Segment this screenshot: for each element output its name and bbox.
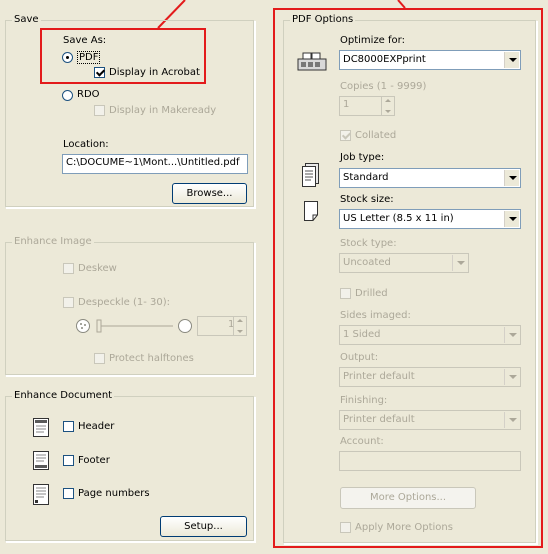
location-field[interactable]: C:\DOCUME~1\Mont...\Untitled.pdf [62,154,248,174]
sides-imaged-dropdown[interactable]: 1 Sided [339,325,521,345]
finishing-dropdown[interactable]: Printer default [339,410,521,430]
despeckle-spin-buttons[interactable] [233,317,246,335]
stock-size-dropdown[interactable]: US Letter (8.5 x 11 in) [339,209,521,229]
copies-spinner[interactable]: 1 [339,96,395,116]
sides-imaged-value: 1 Sided [343,329,381,340]
deskew-label: Deskew [78,263,117,274]
header-label[interactable]: Header [78,421,114,432]
chevron-down-icon[interactable] [504,369,519,385]
finishing-label: Finishing: [340,395,388,406]
apply-more-options-checkbox[interactable] [340,522,351,533]
footer-checkbox[interactable] [63,455,74,466]
footer-label[interactable]: Footer [78,455,110,466]
chevron-down-icon[interactable] [504,52,519,68]
sides-imaged-label: Sides imaged: [340,310,411,321]
chevron-down-icon[interactable] [504,211,519,227]
stock-size-label: Stock size: [340,194,394,205]
protect-halftones-label: Protect halftones [109,353,194,364]
display-in-makeready-label: Display in Makeready [109,105,217,116]
protect-halftones-checkbox[interactable] [94,353,105,364]
collated-label: Collated [355,130,397,141]
optimize-for-value: DC8000EXPprint [343,54,426,65]
account-label: Account: [340,436,384,447]
chevron-down-icon[interactable] [504,412,519,428]
account-field[interactable] [339,451,521,471]
enhance-image-legend: Enhance Image [12,236,94,247]
display-in-makeready-checkbox[interactable] [94,105,105,116]
output-dropdown[interactable]: Printer default [339,367,521,387]
collated-checkbox[interactable] [340,130,351,141]
location-label: Location: [63,139,109,150]
browse-button[interactable]: Browse... [172,183,247,204]
job-type-value: Standard [343,172,389,183]
page-numbers-checkbox[interactable] [63,488,74,499]
chevron-down-icon[interactable] [504,327,519,343]
copies-spin-buttons[interactable] [381,97,394,115]
output-label: Output: [340,352,379,363]
copies-value: 1 [343,99,350,110]
optimize-for-label: Optimize for: [340,35,405,46]
chevron-down-icon[interactable] [452,255,467,271]
drilled-label: Drilled [355,288,388,299]
stock-type-value: Uncoated [343,257,391,268]
printer-icon [297,52,327,71]
rdo-label[interactable]: RDO [77,89,100,100]
apply-more-options-label: Apply More Options [355,522,453,533]
stock-size-value: US Letter (8.5 x 11 in) [343,213,454,224]
page-numbers-label[interactable]: Page numbers [78,488,150,499]
despeckle-value-spinner[interactable]: 1 [197,316,247,336]
copies-label: Copies (1 - 9999) [340,81,427,92]
output-value: Printer default [343,371,415,382]
drilled-checkbox[interactable] [340,288,351,299]
page-numbers-icon [33,484,49,505]
stock-type-dropdown[interactable]: Uncoated [339,253,469,273]
footer-icon [33,451,49,470]
header-checkbox[interactable] [63,421,74,432]
setup-button[interactable]: Setup... [160,516,247,537]
page-icon [304,201,318,221]
job-type-dropdown[interactable]: Standard [339,168,521,188]
save-as-highlight [40,28,206,84]
job-type-label: Job type: [340,152,385,163]
deskew-checkbox[interactable] [63,263,74,274]
despeckle-checkbox[interactable] [63,297,74,308]
despeckle-label: Despeckle (1- 30): [78,297,171,308]
despeckle-small-icon [76,319,90,333]
optimize-for-dropdown[interactable]: DC8000EXPprint [339,50,521,70]
rdo-radio[interactable] [62,90,73,101]
more-options-button[interactable]: More Options... [340,487,476,509]
header-icon [33,418,49,437]
despeckle-large-icon [178,319,192,333]
chevron-down-icon[interactable] [504,170,519,186]
enhance-document-legend: Enhance Document [12,390,115,401]
job-document-icon [302,163,319,187]
save-legend: Save [12,14,41,25]
finishing-value: Printer default [343,414,415,425]
despeckle-slider[interactable] [95,318,175,334]
stock-type-label: Stock type: [340,238,397,249]
